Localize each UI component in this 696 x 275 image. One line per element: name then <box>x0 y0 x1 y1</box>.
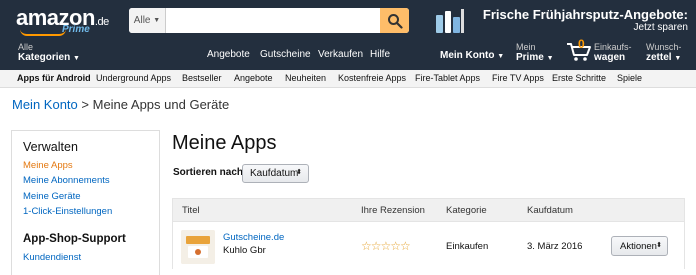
breadcrumb-separator: > <box>81 97 89 112</box>
apps-table-header: Titel Ihre Rezension Kategorie Kaufdatum <box>172 198 685 222</box>
sidebar-heading-verwalten: Verwalten <box>23 140 78 154</box>
sidebar-item-meine-apps[interactable]: Meine Apps <box>23 160 73 171</box>
nav-link-gutscheine[interactable]: Gutscheine <box>260 49 311 60</box>
column-header-titel[interactable]: Titel <box>182 205 200 216</box>
cart-button[interactable]: 0 Einkaufs- wagen <box>566 37 636 64</box>
sort-select-value: Kaufdatum <box>250 168 299 179</box>
promo-subtitle: Jetzt sparen <box>633 22 688 33</box>
app-developer: Kuhlo Gbr <box>223 245 266 256</box>
subnav-item-underground-apps[interactable]: Underground Apps <box>96 73 171 83</box>
subnav-item-angebote[interactable]: Angebote <box>234 73 273 83</box>
breadcrumb-mein-konto[interactable]: Mein Konto <box>12 97 78 112</box>
promo-title: Frische Frühjahrsputz-Angebote: <box>482 7 688 22</box>
breadcrumb-current: Meine Apps und Geräte <box>92 97 230 112</box>
nav-link-label: Angebote <box>207 49 250 60</box>
app-category: Einkaufen <box>446 241 489 252</box>
chevron-updown-icon: ⬍ <box>296 169 302 176</box>
logo-smile-icon <box>20 29 66 36</box>
nav-link-label: Verkaufen <box>318 49 364 60</box>
column-header-kategorie[interactable]: Kategorie <box>446 205 487 216</box>
actions-dropdown[interactable]: Aktionen ⬍ <box>611 236 668 256</box>
column-header-kaufdatum[interactable]: Kaufdatum <box>527 205 573 216</box>
sidebar-item-meine-geraete[interactable]: Meine Geräte <box>23 191 81 202</box>
nav-link-hilfe[interactable]: Hilfe <box>370 49 390 60</box>
nav-link-angebote[interactable]: Angebote <box>207 49 250 60</box>
cleaning-supplies-icon <box>436 9 464 33</box>
cart-label-big: wagen <box>594 52 626 63</box>
chevron-down-icon: ▼ <box>73 55 80 62</box>
sort-label: Sortieren nach <box>173 167 244 178</box>
top-header: amazon.de Prime Alle ▼ Frische Frühjahrs… <box>0 0 696 70</box>
wishlist-menu[interactable]: Wunsch- zettel ▼ <box>646 42 681 65</box>
subnav-item-apps-fuer-android[interactable]: Apps für Android <box>17 73 91 83</box>
subnav-item-fire-tablet-apps[interactable]: Fire-Tablet Apps <box>415 73 480 83</box>
mein-prime-menu[interactable]: Mein Prime ▼ <box>516 42 554 65</box>
prime-label-small: Mein <box>516 42 536 52</box>
nav-link-label: Gutscheine <box>260 49 311 60</box>
prime-label-big: Prime <box>516 52 544 63</box>
logo-prime: Prime <box>62 24 90 35</box>
subnav-item-spiele[interactable]: Spiele <box>617 73 642 83</box>
mein-konto-menu[interactable]: Mein Konto ▼ <box>440 50 504 61</box>
search-button[interactable] <box>380 8 409 33</box>
search-category-select[interactable]: Alle ▼ <box>129 8 166 33</box>
app-shop-subnav: Apps für Android Underground Apps Bestse… <box>0 70 696 88</box>
wishlist-label-big: zettel <box>646 52 672 63</box>
chevron-down-icon: ▼ <box>497 53 505 60</box>
search-icon <box>387 13 403 29</box>
page-title: Meine Apps <box>172 132 277 154</box>
sidebar-heading-app-shop-support: App-Shop-Support <box>23 233 126 245</box>
subnav-item-kostenfreie-apps[interactable]: Kostenfreie Apps <box>338 73 406 83</box>
sidebar-item-1-click-einstellungen[interactable]: 1-Click-Einstellungen <box>23 206 112 217</box>
nav-link-verkaufen[interactable]: Verkaufen <box>318 49 363 60</box>
subnav-item-neuheiten[interactable]: Neuheiten <box>285 73 326 83</box>
subnav-item-fire-tv-apps[interactable]: Fire TV Apps <box>492 73 544 83</box>
sidebar-item-meine-abonnements[interactable]: Meine Abonnements <box>23 175 110 186</box>
nav-link-label: Hilfe <box>370 49 391 60</box>
purchase-date: 3. März 2016 <box>527 241 583 252</box>
subnav-item-erste-schritte[interactable]: Erste Schritte <box>552 73 606 83</box>
actions-label: Aktionen <box>620 240 657 252</box>
search-bar: Alle ▼ <box>129 8 409 33</box>
table-row: Gutscheine.de Kuhlo Gbr ☆☆☆☆☆ Einkaufen … <box>172 222 685 269</box>
app-thumbnail[interactable] <box>181 230 215 264</box>
subnav-item-bestseller[interactable]: Bestseller <box>182 73 222 83</box>
mein-konto-label: Mein Konto <box>440 50 495 61</box>
cart-count: 0 <box>578 37 585 51</box>
chevron-updown-icon: ⬍ <box>656 242 662 249</box>
search-input[interactable] <box>166 8 380 33</box>
chevron-down-icon: ▼ <box>674 55 682 62</box>
column-header-rezension[interactable]: Ihre Rezension <box>361 205 425 216</box>
review-stars[interactable]: ☆☆☆☆☆ <box>361 239 411 253</box>
sort-select[interactable]: Kaufdatum ⬍ <box>242 164 309 183</box>
chevron-down-icon: ▼ <box>546 55 554 62</box>
all-label-small: Alle <box>18 42 34 52</box>
sidebar: Verwalten Meine Apps Meine Abonnements M… <box>11 130 160 275</box>
sidebar-item-kundendienst[interactable]: Kundendienst <box>23 252 81 263</box>
promo-banner[interactable]: Frische Frühjahrsputz-Angebote: Jetzt sp… <box>432 3 692 39</box>
all-categories-menu[interactable]: Alle Kategorien ▼ <box>18 42 80 65</box>
breadcrumb: Mein Konto > Meine Apps und Geräte <box>12 97 229 112</box>
logo-suffix: .de <box>94 16 109 28</box>
app-name-link[interactable]: Gutscheine.de <box>223 232 284 243</box>
all-label-big: Kategorien <box>18 52 71 63</box>
search-category-label: Alle <box>133 15 151 26</box>
wishlist-label-small: Wunsch- <box>646 42 682 52</box>
chevron-down-icon: ▼ <box>153 17 161 24</box>
cart-label-small: Einkaufs- <box>594 42 632 52</box>
